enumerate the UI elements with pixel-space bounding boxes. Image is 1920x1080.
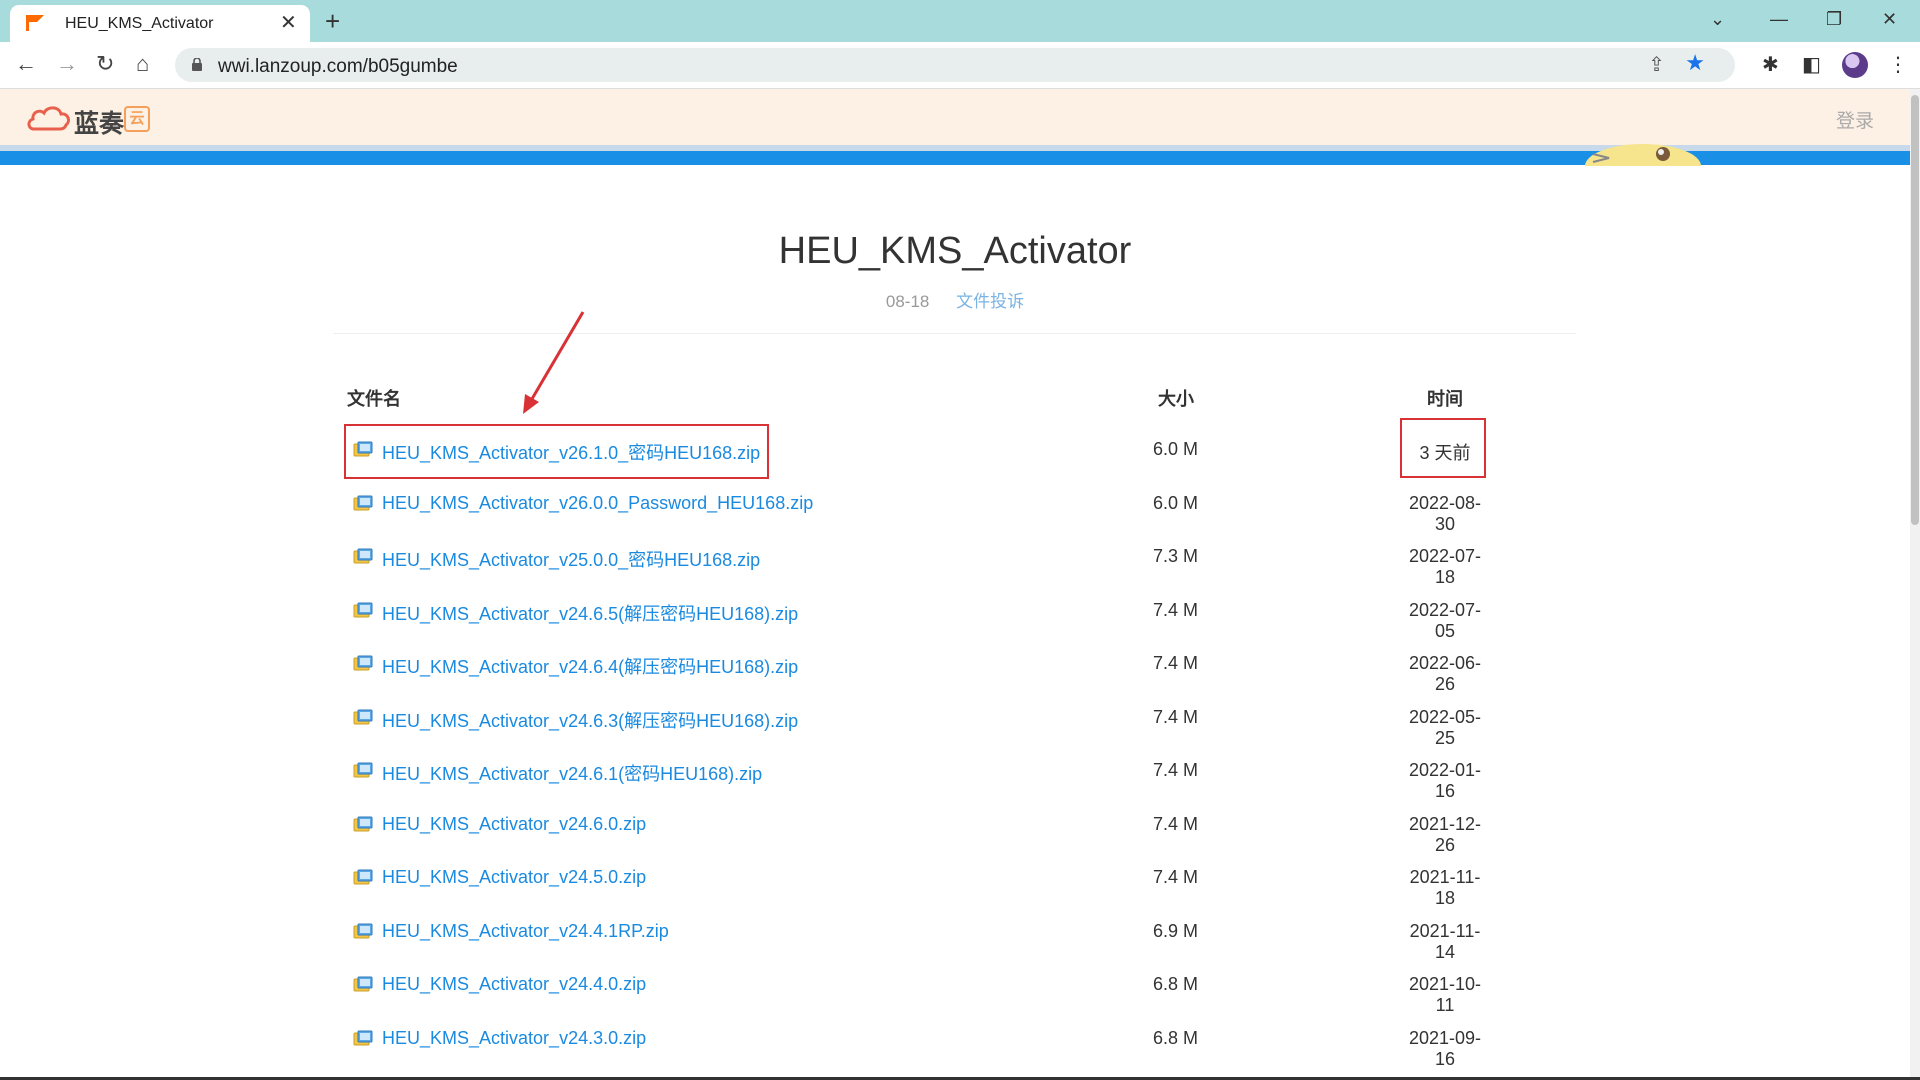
file-size: 6.9 M (1153, 920, 1199, 941)
table-row: HEU_KMS_Activator_v24.6.5(解压密码HEU168).zi… (0, 590, 1910, 641)
side-panel-icon[interactable]: ◧ (1802, 52, 1821, 77)
report-link[interactable]: 文件投诉 (956, 292, 1024, 311)
lock-icon (192, 58, 202, 71)
address-bar[interactable]: wwi.lanzoup.com/b05gumbe ⇪ ★ (175, 48, 1735, 82)
forward-icon[interactable]: → (56, 50, 78, 78)
file-time: 2022-05-25 (1408, 706, 1482, 748)
file-link[interactable]: HEU_KMS_Activator_v24.6.0.zip (382, 814, 646, 835)
file-time: 2021-12-26 (1408, 813, 1482, 855)
file-time: 2021-10-11 (1408, 974, 1482, 1015)
mascot-decoration (1585, 144, 1701, 166)
file-size: 7.4 M (1153, 706, 1199, 727)
column-header-time: 时间 (1427, 389, 1463, 409)
extensions-icon[interactable]: ✱ (1762, 52, 1779, 77)
archive-file-icon (353, 495, 373, 513)
file-link[interactable]: HEU_KMS_Activator_v24.4.1RP.zip (382, 921, 669, 942)
file-size: 7.4 M (1153, 867, 1199, 887)
scrollbar-thumb[interactable] (1911, 95, 1919, 525)
archive-file-icon (353, 869, 373, 887)
profile-avatar[interactable] (1842, 52, 1868, 78)
restore-button[interactable]: ❐ (1826, 6, 1842, 32)
browser-toolbar: ← → ↻ ⌂ wwi.lanzoup.com/b05gumbe ⇪ ★ ✱ ◧… (0, 42, 1920, 89)
archive-file-icon (353, 548, 373, 566)
share-icon[interactable]: ⇪ (1648, 52, 1665, 77)
archive-file-icon (353, 709, 373, 727)
file-size: 6.8 M (1153, 974, 1199, 994)
file-size: 7.4 M (1153, 653, 1199, 673)
file-link[interactable]: HEU_KMS_Activator_v24.5.0.zip (382, 867, 646, 888)
browser-tab[interactable]: HEU_KMS_Activator ✕ (10, 5, 310, 42)
archive-file-icon (353, 762, 373, 780)
file-link[interactable]: HEU_KMS_Activator_v26.0.0_Password_HEU16… (382, 493, 813, 514)
table-row: HEU_KMS_Activator_v24.3.0.zip 6.8 M 2021-0… (0, 1018, 1910, 1069)
file-link[interactable]: HEU_KMS_Activator_v25.0.0_密码HEU168.zip (382, 546, 760, 572)
highlight-box-time (1400, 418, 1486, 478)
tab-search-icon[interactable]: ⌄ (1710, 6, 1725, 32)
tab-title: HEU_KMS_Activator (65, 15, 214, 32)
archive-file-icon (353, 816, 373, 834)
file-time: 2022-07-18 (1408, 546, 1482, 587)
file-time: 2022-07-05 (1408, 599, 1482, 641)
file-size: 6.0 M (1153, 439, 1199, 459)
column-header-name: 文件名 (347, 389, 401, 409)
file-time: 2021-11-18 (1409, 867, 1481, 908)
table-row: HEU_KMS_Activator_v24.6.0.zip 7.4 M 2021-1… (0, 804, 1910, 855)
file-time: 2022-01-16 (1408, 760, 1482, 801)
table-row: HEU_KMS_Activator_v24.6.4(解压密码HEU168).zi… (0, 643, 1910, 694)
back-icon[interactable]: ← (15, 50, 37, 78)
file-size: 6.0 M (1153, 492, 1199, 513)
upload-date: 08-18 (885, 292, 930, 311)
file-time: 2022-06-26 (1408, 653, 1482, 694)
arrow-annotation-icon (523, 311, 585, 414)
file-link[interactable]: HEU_KMS_Activator_v24.6.4(解压密码HEU168).zi… (382, 653, 798, 679)
reload-icon[interactable]: ↻ (96, 50, 114, 78)
table-row: HEU_KMS_Activator_v24.4.0.zip 6.8 M 2021-1… (0, 964, 1910, 1015)
logo-badge: 云 (124, 106, 150, 132)
logo-text: 蓝奏 (74, 110, 125, 138)
file-time: 2021-11-14 (1409, 920, 1481, 962)
highlight-box-filename (344, 424, 769, 479)
site-favicon-icon (26, 15, 44, 31)
minimize-button[interactable]: — (1770, 6, 1788, 32)
file-meta: 08-18 文件投诉 (0, 287, 1910, 312)
table-row: HEU_KMS_Activator_v24.5.0.zip 7.4 M 2021-1… (0, 857, 1910, 908)
site-header: 蓝奏 云 登录 (0, 89, 1920, 145)
archive-file-icon (353, 1030, 373, 1048)
tab-strip: HEU_KMS_Activator ✕ + ⌄ — ❐ ✕ (0, 0, 1920, 42)
file-link[interactable]: HEU_KMS_Activator_v24.6.1(密码HEU168).zip (382, 760, 762, 786)
page-title: HEU_KMS_Activator (778, 230, 1132, 272)
file-link[interactable]: HEU_KMS_Activator_v24.3.0.zip (382, 1028, 646, 1049)
menu-icon[interactable]: ⋮ (1888, 52, 1908, 77)
login-link[interactable]: 登录 (1836, 106, 1874, 133)
url-text: wwi.lanzoup.com/b05gumbe (218, 56, 458, 77)
bookmark-star-icon[interactable]: ★ (1685, 50, 1705, 76)
file-link[interactable]: HEU_KMS_Activator_v24.6.5(解压密码HEU168).zi… (382, 600, 798, 626)
close-window-button[interactable]: ✕ (1882, 6, 1897, 32)
close-tab-icon[interactable]: ✕ (280, 11, 297, 35)
file-size: 6.8 M (1153, 1027, 1199, 1048)
file-size: 7.4 M (1153, 599, 1199, 620)
new-tab-button[interactable]: + (325, 6, 340, 36)
file-link[interactable]: HEU_KMS_Activator_v24.4.0.zip (382, 974, 646, 995)
archive-file-icon (353, 602, 373, 620)
table-row: HEU_KMS_Activator_v24.6.3(解压密码HEU168).zi… (0, 697, 1910, 748)
archive-file-icon (353, 976, 373, 994)
archive-file-icon (353, 923, 373, 941)
table-row: HEU_KMS_Activator_v26.1.0_密码HEU168.zip 6.… (0, 429, 1910, 469)
cloud-logo-icon (27, 106, 70, 131)
column-header-size: 大小 (1158, 389, 1194, 409)
file-link[interactable]: HEU_KMS_Activator_v24.6.3(解压密码HEU168).zi… (382, 707, 798, 733)
table-row: HEU_KMS_Activator_v24.4.1RP.zip 6.9 M 2021… (0, 911, 1910, 962)
archive-file-icon (353, 655, 373, 673)
table-row: HEU_KMS_Activator_v24.6.1(密码HEU168).zip 7… (0, 750, 1910, 801)
file-size: 7.3 M (1153, 546, 1199, 566)
table-row: HEU_KMS_Activator_v25.0.0_密码HEU168.zip 7.… (0, 536, 1910, 587)
file-time: 2022-08-30 (1408, 492, 1482, 534)
file-size: 7.4 M (1153, 813, 1199, 834)
home-icon[interactable]: ⌂ (136, 50, 149, 78)
file-size: 7.4 M (1153, 760, 1199, 780)
file-time: 2021-09-16 (1408, 1027, 1482, 1069)
table-row: HEU_KMS_Activator_v26.0.0_Password_HEU16… (0, 483, 1910, 534)
